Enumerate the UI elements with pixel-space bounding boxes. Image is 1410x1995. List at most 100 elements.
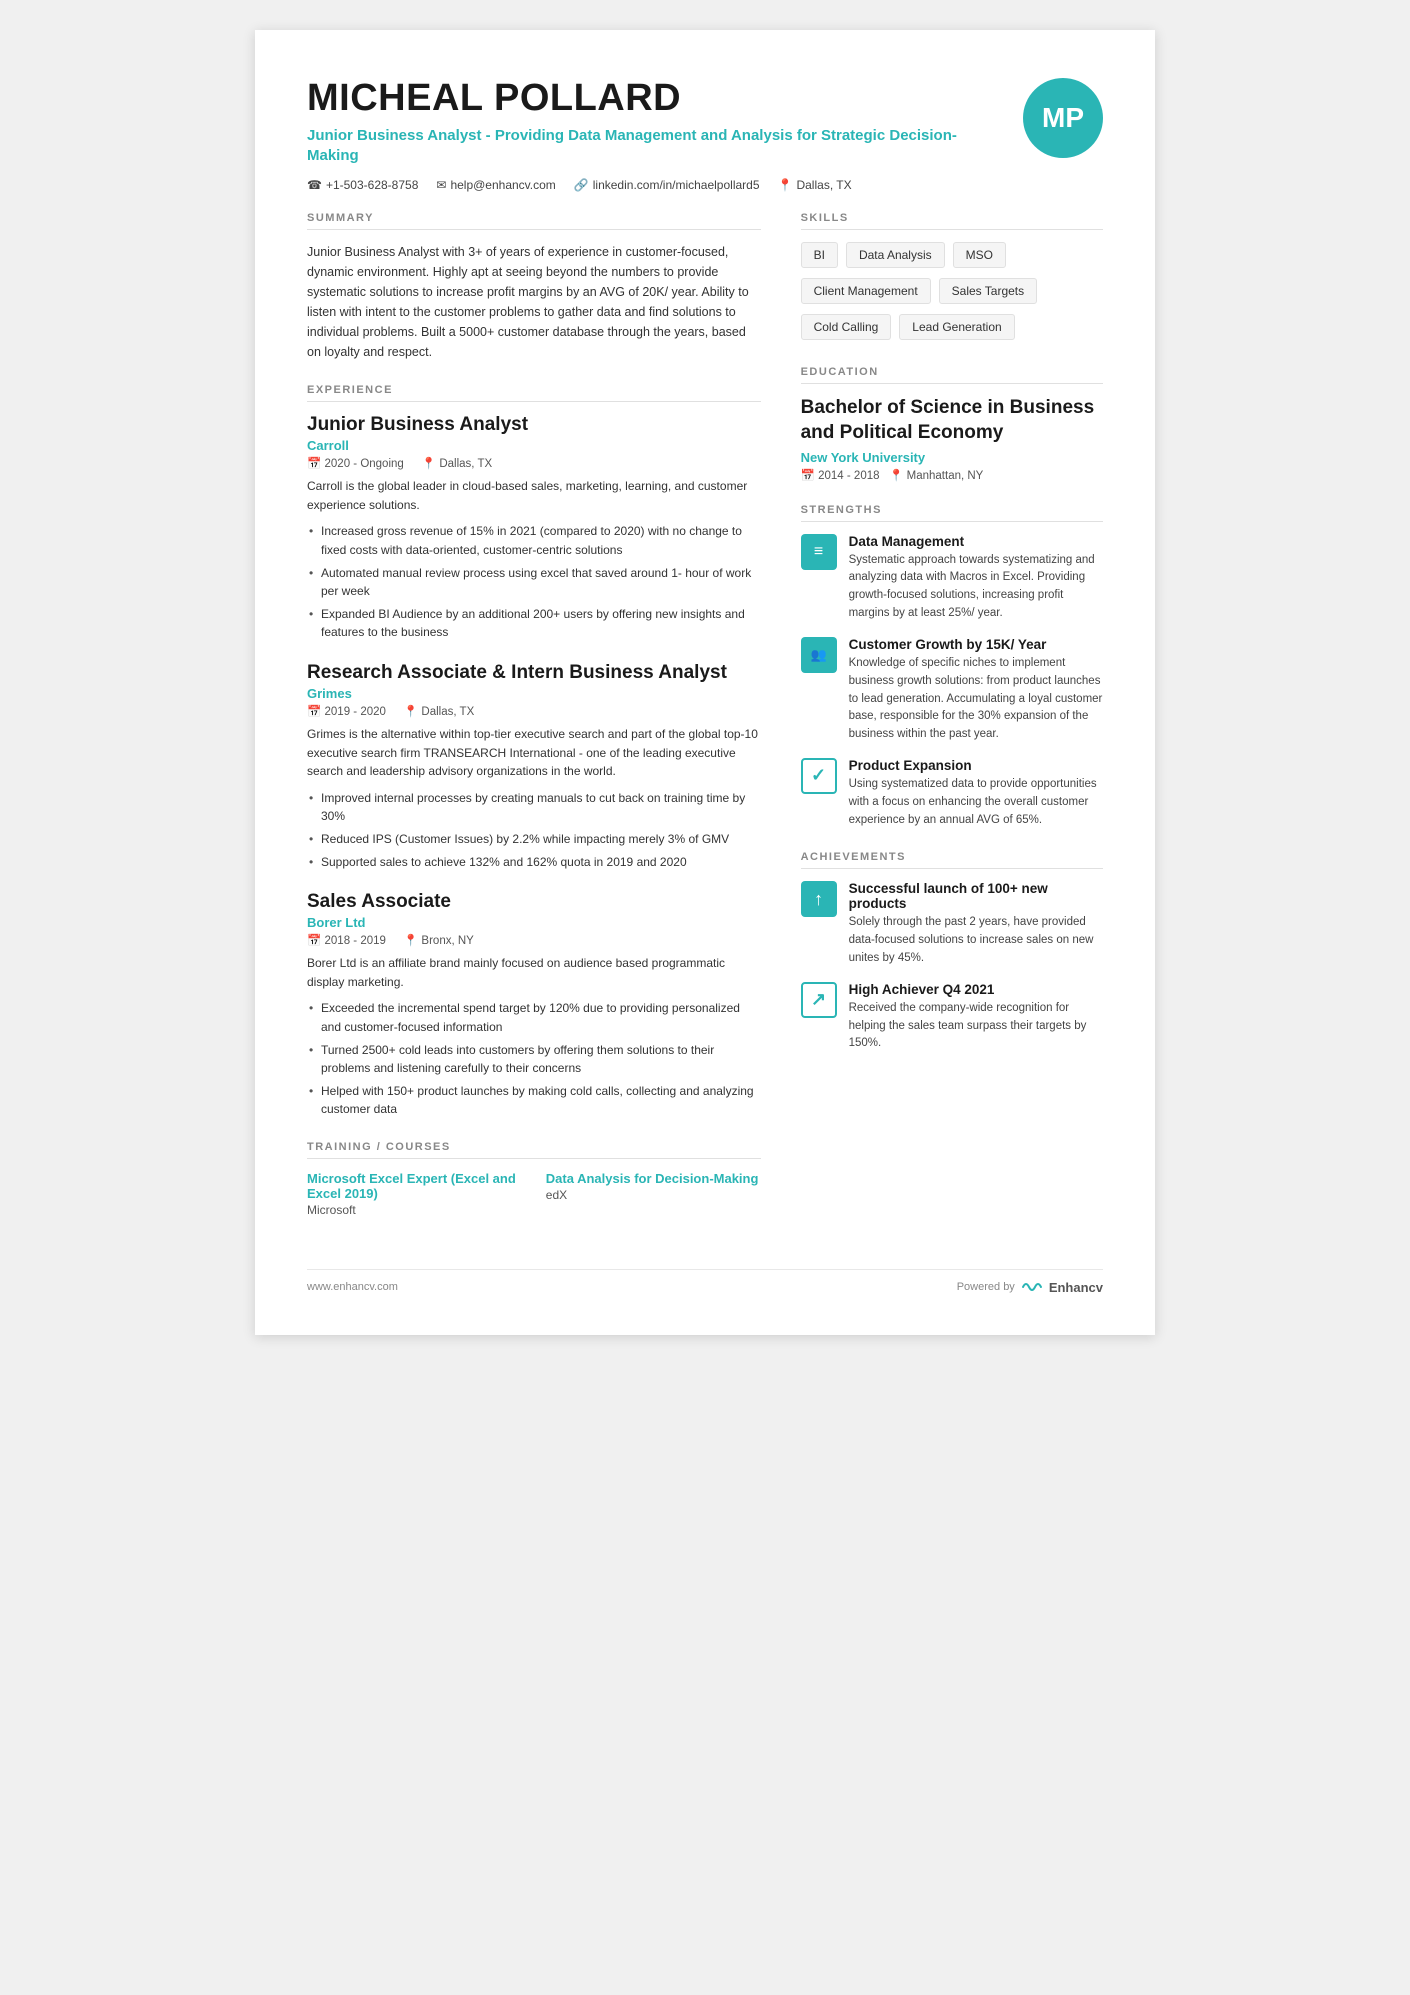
location-icon: 📍: [778, 178, 793, 192]
job-location-0: 📍 Dallas, TX: [422, 456, 492, 470]
job-entry-2: Sales Associate Borer Ltd 📅 2018 - 2019 …: [307, 891, 761, 1119]
bullet: Automated manual review process using ex…: [307, 564, 761, 601]
job-desc-1: Grimes is the alternative within top-tie…: [307, 725, 761, 781]
skill-data-analysis: Data Analysis: [846, 242, 945, 268]
job-company-0: Carroll: [307, 438, 761, 453]
job-meta-1: 📅 2019 - 2020 📍 Dallas, TX: [307, 704, 761, 718]
skills-row-2: Client Management Sales Targets: [801, 278, 1103, 304]
training-title: TRAINING / COURSES: [307, 1141, 761, 1159]
footer-website: www.enhancv.com: [307, 1281, 398, 1293]
left-column: SUMMARY Junior Business Analyst with 3+ …: [307, 212, 761, 1239]
achievement-desc-0: Solely through the past 2 years, have pr…: [849, 914, 1103, 967]
strength-desc-1: Knowledge of specific niches to implemen…: [849, 655, 1103, 744]
strength-title-1: Customer Growth by 15K/ Year: [849, 637, 1103, 652]
header-section: MICHEAL POLLARD Junior Business Analyst …: [307, 78, 1103, 192]
skill-bi: BI: [801, 242, 838, 268]
training-name-0: Microsoft Excel Expert (Excel and Excel …: [307, 1171, 522, 1201]
bullet: Reduced IPS (Customer Issues) by 2.2% wh…: [307, 830, 761, 849]
strength-item-1: 👥 Customer Growth by 15K/ Year Knowledge…: [801, 637, 1103, 744]
skill-mso: MSO: [953, 242, 1006, 268]
achievements-section: ACHIEVEMENTS ↑ Successful launch of 100+…: [801, 851, 1103, 1053]
achievement-content-0: Successful launch of 100+ new products S…: [849, 881, 1103, 967]
footer-right: Powered by Enhancv: [957, 1280, 1103, 1295]
strength-icon-2: ✓: [801, 758, 837, 794]
avatar: MP: [1023, 78, 1103, 158]
job-entry-1: Research Associate & Intern Business Ana…: [307, 662, 761, 871]
header-left: MICHEAL POLLARD Junior Business Analyst …: [307, 78, 999, 192]
training-provider-0: Microsoft: [307, 1203, 522, 1217]
achievement-content-1: High Achiever Q4 2021 Received the compa…: [849, 982, 1103, 1053]
job-date-1: 📅 2019 - 2020: [307, 704, 386, 718]
job-date-0: 📅 2020 - Ongoing: [307, 456, 404, 470]
enhancv-brand: Enhancv: [1049, 1280, 1103, 1295]
skill-cold-calling: Cold Calling: [801, 314, 892, 340]
experience-section: EXPERIENCE Junior Business Analyst Carro…: [307, 384, 761, 1119]
edu-meta: 📅 2014 - 2018 📍 Manhattan, NY: [801, 468, 1103, 482]
edu-degree: Bachelor of Science in Business and Poli…: [801, 396, 1103, 445]
job-date-2: 📅 2018 - 2019: [307, 933, 386, 947]
candidate-subtitle: Junior Business Analyst - Providing Data…: [307, 126, 999, 167]
skills-row-3: Cold Calling Lead Generation: [801, 314, 1103, 340]
job-bullets-2: Exceeded the incremental spend target by…: [307, 999, 761, 1119]
bullet: Exceeded the incremental spend target by…: [307, 999, 761, 1036]
strength-title-0: Data Management: [849, 534, 1103, 549]
bullet: Supported sales to achieve 132% and 162%…: [307, 853, 761, 872]
strengths-section: STRENGTHS ≡ Data Management Systematic a…: [801, 504, 1103, 830]
job-meta-0: 📅 2020 - Ongoing 📍 Dallas, TX: [307, 456, 761, 470]
strength-content-2: Product Expansion Using systematized dat…: [849, 758, 1103, 829]
strength-desc-0: Systematic approach towards systematizin…: [849, 552, 1103, 623]
skills-section: SKILLS BI Data Analysis MSO Client Manag…: [801, 212, 1103, 344]
training-provider-1: edX: [546, 1188, 761, 1202]
education-title: EDUCATION: [801, 366, 1103, 384]
phone-icon: ☎: [307, 178, 322, 192]
edu-location-icon: 📍: [889, 470, 903, 482]
achievement-title-1: High Achiever Q4 2021: [849, 982, 1103, 997]
strength-content-1: Customer Growth by 15K/ Year Knowledge o…: [849, 637, 1103, 744]
main-content: SUMMARY Junior Business Analyst with 3+ …: [307, 212, 1103, 1239]
strength-desc-2: Using systematized data to provide oppor…: [849, 776, 1103, 829]
job-bullets-1: Improved internal processes by creating …: [307, 789, 761, 871]
job-location-2: 📍 Bronx, NY: [404, 933, 474, 947]
experience-title: EXPERIENCE: [307, 384, 761, 402]
achievement-icon-1: ↗: [801, 982, 837, 1018]
summary-section: SUMMARY Junior Business Analyst with 3+ …: [307, 212, 761, 362]
training-item-0: Microsoft Excel Expert (Excel and Excel …: [307, 1171, 522, 1217]
job-entry-0: Junior Business Analyst Carroll 📅 2020 -…: [307, 414, 761, 642]
bullet: Improved internal processes by creating …: [307, 789, 761, 826]
achievement-desc-1: Received the company-wide recognition fo…: [849, 1000, 1103, 1053]
strengths-title: STRENGTHS: [801, 504, 1103, 522]
job-location-1: 📍 Dallas, TX: [404, 704, 474, 718]
job-title-0: Junior Business Analyst: [307, 414, 761, 436]
edu-school: New York University: [801, 450, 1103, 465]
achievement-item-1: ↗ High Achiever Q4 2021 Received the com…: [801, 982, 1103, 1053]
achievement-item-0: ↑ Successful launch of 100+ new products…: [801, 881, 1103, 967]
training-item-1: Data Analysis for Decision-Making edX: [546, 1171, 761, 1217]
bullet: Expanded BI Audience by an additional 20…: [307, 605, 761, 642]
skills-row-1: BI Data Analysis MSO: [801, 242, 1103, 268]
resume-page: MICHEAL POLLARD Junior Business Analyst …: [255, 30, 1155, 1335]
training-section: TRAINING / COURSES Microsoft Excel Exper…: [307, 1141, 761, 1217]
achievements-title: ACHIEVEMENTS: [801, 851, 1103, 869]
email-icon: ✉: [436, 178, 446, 192]
skill-client-mgmt: Client Management: [801, 278, 931, 304]
achievement-title-0: Successful launch of 100+ new products: [849, 881, 1103, 911]
strength-item-2: ✓ Product Expansion Using systematized d…: [801, 758, 1103, 829]
candidate-name: MICHEAL POLLARD: [307, 78, 999, 120]
education-section: EDUCATION Bachelor of Science in Busines…: [801, 366, 1103, 481]
strength-title-2: Product Expansion: [849, 758, 1103, 773]
footer: www.enhancv.com Powered by Enhancv: [307, 1269, 1103, 1295]
bullet: Turned 2500+ cold leads into customers b…: [307, 1041, 761, 1078]
achievement-icon-0: ↑: [801, 881, 837, 917]
skills-title: SKILLS: [801, 212, 1103, 230]
job-desc-0: Carroll is the global leader in cloud-ba…: [307, 477, 761, 514]
strength-icon-0: ≡: [801, 534, 837, 570]
job-desc-2: Borer Ltd is an affiliate brand mainly f…: [307, 954, 761, 991]
job-title-1: Research Associate & Intern Business Ana…: [307, 662, 761, 684]
job-meta-2: 📅 2018 - 2019 📍 Bronx, NY: [307, 933, 761, 947]
contact-phone: ☎ +1-503-628-8758: [307, 178, 418, 192]
linkedin-icon: 🔗: [574, 178, 589, 192]
job-company-2: Borer Ltd: [307, 915, 761, 930]
summary-text: Junior Business Analyst with 3+ of years…: [307, 242, 761, 362]
summary-title: SUMMARY: [307, 212, 761, 230]
job-bullets-0: Increased gross revenue of 15% in 2021 (…: [307, 522, 761, 642]
